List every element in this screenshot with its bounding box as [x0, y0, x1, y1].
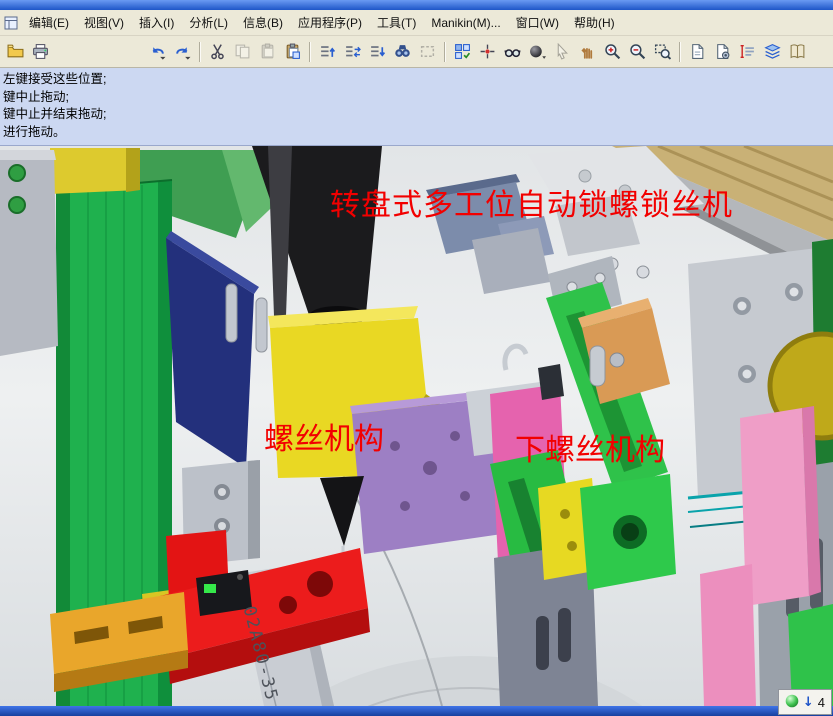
toolbar-separator — [679, 41, 681, 62]
tray-count: 4 — [817, 694, 825, 710]
title-bar[interactable] — [0, 0, 833, 10]
print-icon[interactable] — [29, 40, 52, 63]
part-green-block[interactable] — [580, 474, 676, 590]
toolbar-separator — [444, 41, 446, 62]
menu-analysis[interactable]: 分析(L) — [182, 11, 235, 34]
prompt-line: 键中止并结束拖动; — [3, 107, 107, 121]
cad-scene[interactable] — [0, 146, 833, 706]
toolbar-separator — [199, 41, 201, 62]
notebook-icon[interactable] — [786, 40, 809, 63]
paste-special-icon[interactable] — [281, 40, 304, 63]
menu-information[interactable]: 信息(B) — [236, 11, 290, 34]
application-window: 编辑(E) 视图(V) 插入(I) 分析(L) 信息(B) 应用程序(P) 工具… — [0, 0, 833, 716]
menu-tools[interactable]: 工具(T) — [370, 11, 423, 34]
point-constructor-icon[interactable] — [476, 40, 499, 63]
annotation-screw-mechanism: 螺丝机构 — [264, 422, 384, 457]
annotation-machine-title: 转盘式多工位自动锁螺锁丝机 — [330, 188, 733, 223]
menu-view[interactable]: 视图(V) — [77, 11, 131, 34]
material-sphere-icon[interactable] — [526, 40, 549, 63]
zoom-window-icon[interactable] — [651, 40, 674, 63]
part-top-yellow-block[interactable] — [50, 148, 140, 194]
zoom-in-icon[interactable] — [601, 40, 624, 63]
list-down-icon[interactable] — [366, 40, 389, 63]
copy-icon[interactable] — [231, 40, 254, 63]
toolbar-separator — [309, 41, 311, 62]
menu-bar: 编辑(E) 视图(V) 插入(I) 分析(L) 信息(B) 应用程序(P) 工具… — [0, 10, 833, 36]
redo-icon[interactable] — [171, 40, 194, 63]
prompt-line: 键中止拖动; — [3, 89, 69, 104]
part-left-gray-plate[interactable] — [0, 150, 58, 356]
graphics-viewport[interactable]: 转盘式多工位自动锁螺锁丝机 螺丝机构 下螺丝机构 02A80-35 — [0, 146, 833, 706]
select-cursor-icon[interactable] — [551, 40, 574, 63]
display-options-icon[interactable] — [451, 40, 474, 63]
new-sheet-icon[interactable] — [686, 40, 709, 63]
prompt-area: 左键接受这些位置; 键中止拖动; 键中止并结束拖动; 进行拖动。 — [0, 68, 833, 146]
find-icon[interactable] — [391, 40, 414, 63]
tray-sphere-icon[interactable] — [785, 694, 799, 711]
menu-edit[interactable]: 编辑(E) — [22, 11, 76, 34]
pan-hand-icon[interactable] — [576, 40, 599, 63]
annotation-lower-screw-mechanism: 下螺丝机构 — [515, 433, 665, 468]
cut-icon[interactable] — [206, 40, 229, 63]
taskbar-strip — [0, 706, 833, 716]
system-menu-icon[interactable] — [4, 16, 18, 30]
menu-window[interactable]: 窗口(W) — [509, 11, 566, 34]
menu-insert[interactable]: 插入(I) — [132, 11, 181, 34]
menu-application[interactable]: 应用程序(P) — [291, 11, 369, 34]
menu-manikin[interactable]: Manikin(M)... — [424, 13, 507, 33]
undo-icon[interactable] — [146, 40, 169, 63]
menu-help[interactable]: 帮助(H) — [567, 11, 622, 34]
selection-box-icon[interactable] — [416, 40, 439, 63]
rename-text-icon[interactable] — [736, 40, 759, 63]
layers-icon[interactable] — [761, 40, 784, 63]
list-up-icon[interactable] — [316, 40, 339, 63]
tray-box[interactable]: ↓ 4 — [777, 689, 832, 715]
part-bottom-pink-plate[interactable] — [700, 564, 756, 706]
zoom-out-icon[interactable] — [626, 40, 649, 63]
down-arrow-icon[interactable]: ↓ — [803, 695, 814, 710]
list-swap-icon[interactable] — [341, 40, 364, 63]
prompt-line: 进行拖动。 — [3, 124, 66, 139]
spectacles-icon[interactable] — [501, 40, 524, 63]
sheet-settings-icon[interactable] — [711, 40, 734, 63]
prompt-line: 左键接受这些位置; — [3, 72, 107, 86]
paste-icon[interactable] — [256, 40, 279, 63]
open-icon[interactable] — [4, 40, 27, 63]
main-toolbar — [0, 36, 833, 68]
